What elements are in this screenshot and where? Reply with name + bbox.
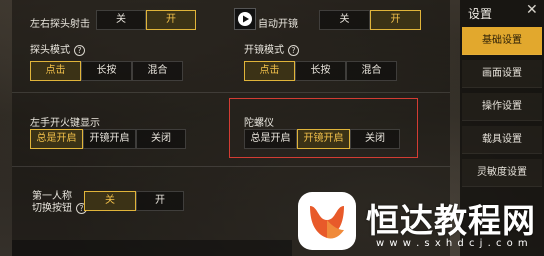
- auto-scope-off[interactable]: 关: [319, 10, 370, 30]
- first-person-toggle: 关 开: [84, 191, 184, 211]
- probe-mode-text: 探头模式: [30, 45, 70, 56]
- auto-scope-on[interactable]: 开: [370, 10, 421, 30]
- sidebar-item-controls[interactable]: 操作设置: [462, 93, 542, 121]
- probe-mode-label: 探头模式?: [30, 41, 85, 56]
- scope-mode-mixed[interactable]: 混合: [346, 61, 397, 81]
- divider: [12, 92, 450, 93]
- probe-mode-hold[interactable]: 长按: [81, 61, 132, 81]
- watermark-url: w w w . s x h d c j . c o m: [376, 238, 529, 249]
- left-probe-fire-off[interactable]: 关: [96, 10, 146, 30]
- gyroscope-off[interactable]: 关闭: [350, 129, 400, 149]
- gyroscope-always[interactable]: 总是开启: [244, 129, 297, 149]
- gyroscope-scoped[interactable]: 开镜开启: [297, 129, 350, 149]
- watermark-logo-icon: [296, 190, 358, 252]
- first-person-line1: 第一人称: [32, 191, 72, 202]
- left-fire-display-selector: 总是开启 开镜开启 关闭: [30, 129, 186, 149]
- watermark-text: 恒达教程网: [366, 201, 536, 240]
- left-fire-off[interactable]: 关闭: [136, 129, 186, 149]
- scope-mode-label: 开镜模式?: [244, 41, 299, 56]
- next-row-partial: [12, 240, 292, 256]
- sidebar-item-basic[interactable]: 基础设置: [462, 27, 542, 55]
- probe-mode-help-icon[interactable]: ?: [74, 45, 85, 56]
- probe-mode-selector: 点击 长按 混合: [30, 61, 183, 81]
- first-person-on[interactable]: 开: [136, 191, 184, 211]
- scope-mode-tap[interactable]: 点击: [244, 61, 295, 81]
- left-probe-fire-toggle: 关 开: [96, 10, 196, 30]
- scope-mode-text: 开镜模式: [244, 45, 284, 56]
- close-icon[interactable]: ✕: [526, 2, 538, 18]
- scope-mode-hold[interactable]: 长按: [295, 61, 346, 81]
- sidebar-item-vehicle[interactable]: 载具设置: [462, 126, 542, 154]
- left-fire-scoped[interactable]: 开镜开启: [83, 129, 136, 149]
- probe-mode-tap[interactable]: 点击: [30, 61, 81, 81]
- first-person-off[interactable]: 关: [84, 191, 136, 211]
- sidebar-item-sensitivity[interactable]: 灵敏度设置: [462, 159, 542, 187]
- left-fire-always[interactable]: 总是开启: [30, 129, 83, 149]
- scope-mode-help-icon[interactable]: ?: [288, 45, 299, 56]
- gyroscope-selector: 总是开启 开镜开启 关闭: [244, 129, 400, 149]
- left-fire-display-label: 左手开火键显示: [30, 118, 100, 129]
- probe-mode-mixed[interactable]: 混合: [132, 61, 183, 81]
- first-person-switch-label: 第一人称 切换按钮?: [32, 191, 87, 215]
- first-person-line2: 切换按钮: [32, 203, 72, 214]
- gyroscope-label: 陀螺仪: [244, 118, 274, 129]
- divider: [12, 166, 450, 167]
- left-probe-fire-label: 左右探头射击: [30, 19, 90, 30]
- auto-scope-toggle: 关 开: [319, 10, 421, 30]
- scope-mode-selector: 点击 长按 混合: [244, 61, 397, 81]
- sidebar-item-graphics[interactable]: 画面设置: [462, 60, 542, 88]
- left-probe-fire-on[interactable]: 开: [146, 10, 196, 30]
- play-toggle-icon[interactable]: [234, 8, 256, 30]
- sidebar-title: 设置: [468, 7, 493, 21]
- auto-scope-label: 自动开镜: [258, 19, 298, 30]
